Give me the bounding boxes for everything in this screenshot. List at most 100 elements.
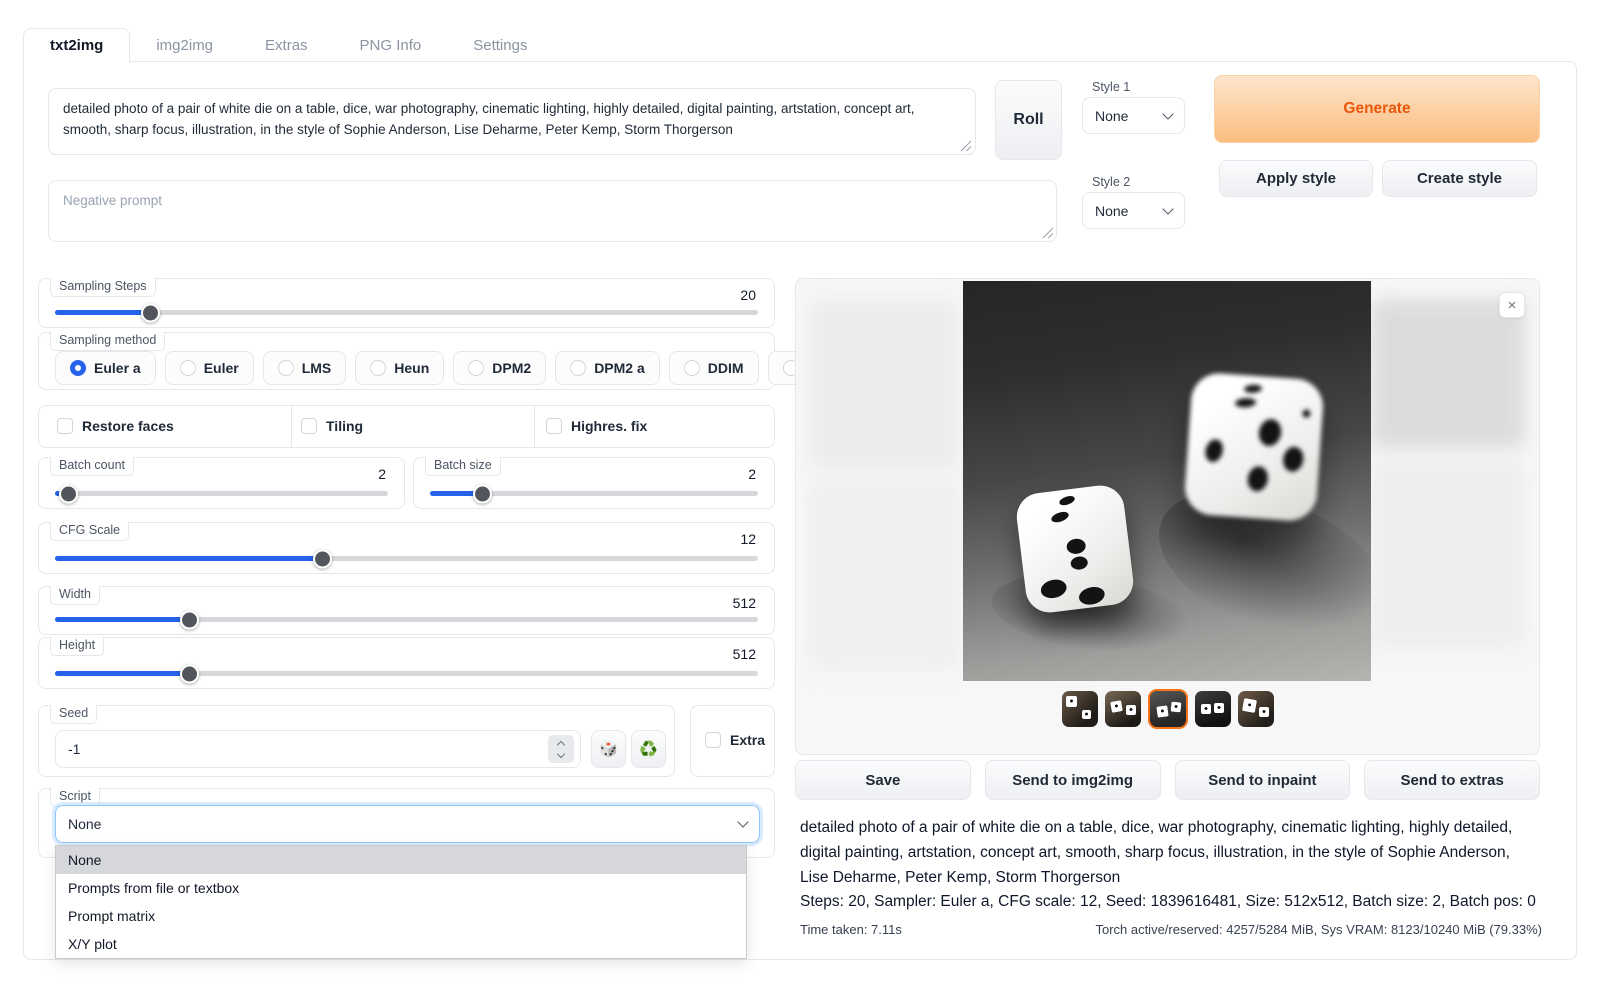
tiling-checkbox[interactable]: Tiling — [301, 418, 363, 434]
script-select[interactable]: None — [55, 805, 760, 843]
sampler-options: Euler a Euler LMS Heun DPM2 DPM2 a — [55, 351, 860, 385]
thumb-die — [1241, 698, 1256, 713]
highres-fix-checkbox[interactable]: Highres. fix — [546, 418, 647, 434]
checkbox-icon — [705, 732, 721, 748]
cfg-scale-slider[interactable] — [55, 556, 758, 561]
die-dot — [1050, 510, 1070, 524]
extra-checkbox[interactable]: Extra — [705, 732, 765, 748]
send-to-extras-button[interactable]: Send to extras — [1364, 760, 1540, 800]
generate-button[interactable]: Generate — [1214, 75, 1540, 143]
slider-handle[interactable] — [473, 484, 492, 503]
sampler-option-label: Euler — [204, 360, 239, 376]
slider-fill — [55, 671, 189, 676]
script-option-none[interactable]: None — [56, 846, 746, 874]
save-button[interactable]: Save — [795, 760, 971, 800]
thumb-die — [1082, 710, 1091, 719]
sampling-steps-card: Sampling Steps 20 — [38, 278, 775, 328]
sampler-option-label: DPM2 a — [594, 360, 645, 376]
sampling-steps-slider[interactable] — [55, 310, 758, 315]
tab-extras[interactable]: Extras — [239, 29, 334, 62]
dice-icon: 🎲 — [599, 740, 618, 758]
thumb-die — [1110, 700, 1123, 713]
checkbox-icon — [546, 418, 562, 434]
die-dot — [1244, 384, 1263, 393]
script-option-xy-plot[interactable]: X/Y plot — [56, 930, 746, 958]
sampler-option-label: Heun — [394, 360, 429, 376]
style1-value: None — [1095, 108, 1128, 124]
sampler-option-dpm2-a[interactable]: DPM2 a — [555, 351, 660, 385]
sampler-option-lms[interactable]: LMS — [263, 351, 347, 385]
seed-input[interactable]: -1 — [55, 730, 581, 768]
style2-select[interactable]: None — [1082, 192, 1185, 229]
gallery-thumbnail[interactable] — [1105, 691, 1141, 727]
thumb-die — [1156, 705, 1168, 717]
close-icon: × — [1508, 297, 1517, 314]
cfg-scale-value: 12 — [740, 531, 756, 547]
gallery-thumbnail[interactable] — [1195, 691, 1231, 727]
tab-txt2img[interactable]: txt2img — [23, 28, 130, 63]
width-slider[interactable] — [55, 617, 758, 622]
checkbox-icon — [301, 418, 317, 434]
slider-handle[interactable] — [180, 664, 199, 683]
slider-handle[interactable] — [59, 484, 78, 503]
sampler-option-ddim[interactable]: DDIM — [669, 351, 759, 385]
tab-img2img[interactable]: img2img — [130, 29, 239, 62]
close-gallery-button[interactable]: × — [1499, 292, 1525, 318]
slider-fill — [55, 310, 150, 315]
create-style-button[interactable]: Create style — [1382, 160, 1537, 197]
tab-settings[interactable]: Settings — [447, 29, 553, 62]
radio-selected-icon — [70, 360, 86, 376]
batch-size-value: 2 — [748, 466, 756, 482]
sampler-option-label: Euler a — [94, 360, 141, 376]
apply-style-button[interactable]: Apply style — [1219, 160, 1373, 197]
seed-label: Seed — [50, 705, 97, 724]
info-prompt-text: detailed photo of a pair of white die on… — [800, 816, 1542, 890]
prompt-input[interactable]: detailed photo of a pair of white die on… — [48, 88, 976, 155]
height-slider[interactable] — [55, 671, 758, 676]
gallery-thumbnail[interactable] — [1238, 691, 1274, 727]
generation-info: detailed photo of a pair of white die on… — [800, 816, 1542, 937]
seed-stepper[interactable] — [548, 735, 574, 763]
batch-size-label: Batch size — [425, 457, 501, 476]
die-dot — [1077, 585, 1106, 607]
slider-fill — [55, 556, 322, 561]
divider — [534, 406, 535, 447]
chevron-down-icon — [737, 816, 748, 827]
gallery-panel: × — [795, 278, 1540, 755]
die-dot — [1281, 445, 1306, 474]
die-dot — [1256, 417, 1283, 448]
chevron-down-icon — [1162, 203, 1173, 214]
blurred-gallery-image — [810, 479, 960, 669]
gallery-thumbnail-selected[interactable] — [1148, 689, 1188, 729]
random-seed-button[interactable]: 🎲 — [591, 730, 626, 768]
batch-size-slider[interactable] — [430, 491, 758, 496]
cfg-scale-label: CFG Scale — [50, 522, 129, 541]
sampler-option-dpm2[interactable]: DPM2 — [453, 351, 546, 385]
thumb-die — [1259, 707, 1269, 717]
script-option-prompts-from-file[interactable]: Prompts from file or textbox — [56, 874, 746, 902]
gallery-thumbnail[interactable] — [1062, 691, 1098, 727]
send-to-inpaint-button[interactable]: Send to inpaint — [1175, 760, 1351, 800]
tab-png-info[interactable]: PNG Info — [334, 29, 448, 62]
slider-handle[interactable] — [141, 303, 160, 322]
sampler-option-heun[interactable]: Heun — [355, 351, 444, 385]
script-option-prompt-matrix[interactable]: Prompt matrix — [56, 902, 746, 930]
script-dropdown-list: None Prompts from file or textbox Prompt… — [55, 845, 747, 959]
time-taken-text: Time taken: 7.11s — [800, 922, 902, 937]
sampler-option-euler[interactable]: Euler — [165, 351, 254, 385]
reuse-seed-button[interactable]: ♻️ — [631, 730, 666, 768]
style1-label: Style 1 — [1092, 80, 1130, 94]
vram-usage-text: Torch active/reserved: 4257/5284 MiB, Sy… — [1095, 922, 1542, 937]
slider-handle[interactable] — [180, 610, 199, 629]
generated-image[interactable] — [963, 281, 1371, 681]
batch-count-slider[interactable] — [55, 491, 388, 496]
roll-button[interactable]: Roll — [995, 80, 1062, 160]
highres-fix-label: Highres. fix — [571, 418, 647, 434]
sampler-option-euler-a[interactable]: Euler a — [55, 351, 156, 385]
step-down-icon — [557, 749, 565, 757]
send-to-img2img-button[interactable]: Send to img2img — [985, 760, 1161, 800]
negative-prompt-input[interactable] — [48, 180, 1057, 242]
slider-handle[interactable] — [313, 549, 332, 568]
style1-select[interactable]: None — [1082, 97, 1185, 134]
restore-faces-checkbox[interactable]: Restore faces — [57, 418, 174, 434]
